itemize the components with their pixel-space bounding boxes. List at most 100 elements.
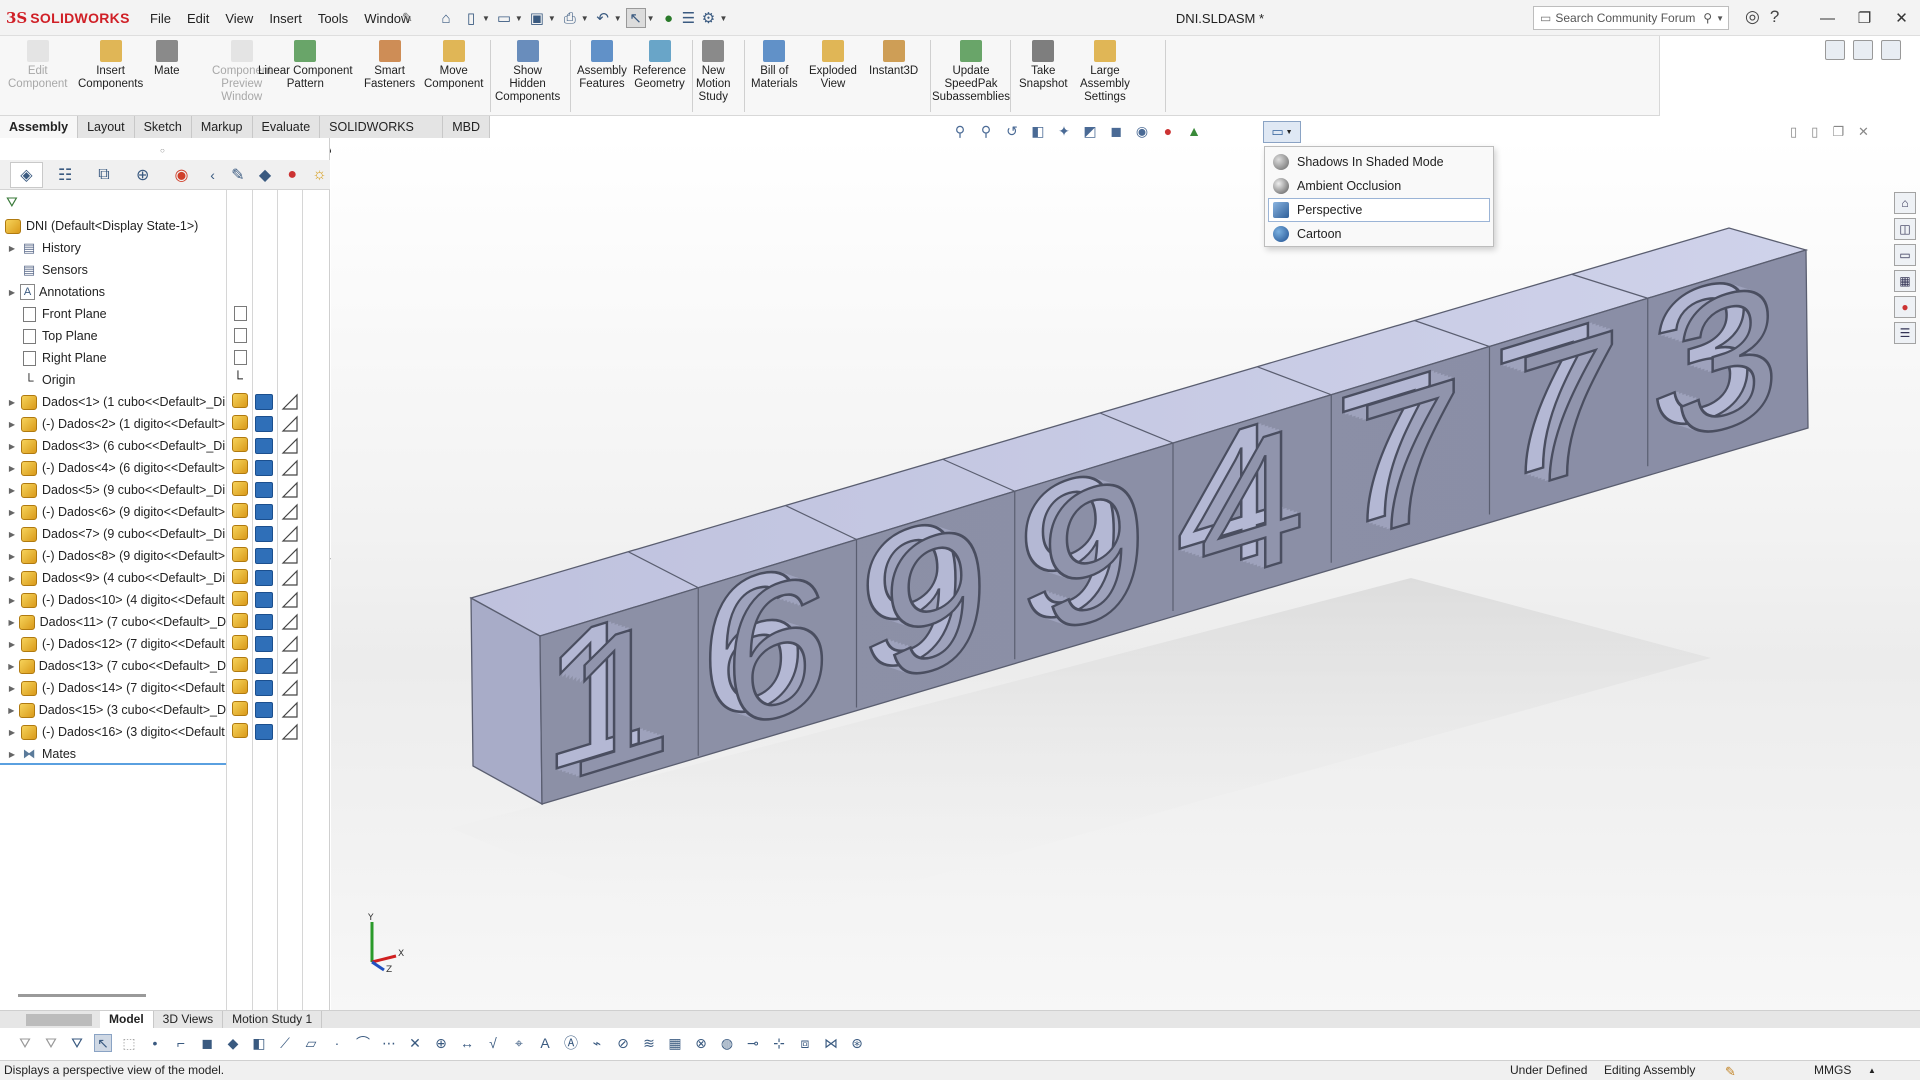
component-status-icon[interactable]: [232, 393, 252, 411]
open-folder-icon[interactable]: ▭: [494, 8, 514, 28]
menu-tools[interactable]: Tools: [310, 10, 356, 27]
scene-icon[interactable]: ☼: [309, 162, 330, 188]
graphics-area[interactable]: 1111111166666666999999999999999944444444…: [331, 138, 1920, 1010]
bottom-tab-motion-study-1[interactable]: Motion Study 1: [223, 1011, 323, 1028]
camera-icon[interactable]: [1825, 40, 1845, 60]
appearances-scenes-icon[interactable]: ●: [1894, 296, 1916, 318]
configuration-icon[interactable]: [255, 460, 273, 476]
tab-assembly[interactable]: Assembly: [0, 116, 79, 138]
file-explorer-icon[interactable]: ▭: [1894, 244, 1916, 266]
hide-show-items-icon[interactable]: ◉: [1132, 122, 1152, 140]
plane-visibility-icon[interactable]: [234, 350, 247, 365]
tree-item-origin[interactable]: └ Origin: [0, 369, 226, 391]
tree-item-part[interactable]: ▶ (-) Dados<12> (7 digito<<Default: [0, 633, 226, 655]
design-library-icon[interactable]: ◫: [1894, 218, 1916, 240]
plane-triangle-icon[interactable]: [281, 723, 299, 741]
filter-mesh-icon[interactable]: ⋈: [822, 1034, 840, 1052]
filter-surface-finish-icon[interactable]: √: [484, 1034, 502, 1052]
ribbon-assembly-features-button[interactable]: Assembly Features: [577, 40, 627, 91]
filter-midpoints-icon[interactable]: ⋯: [380, 1034, 398, 1052]
ribbon-instant3d-button[interactable]: Instant3D: [869, 40, 918, 78]
ribbon-smart-fasteners-button[interactable]: Smart Fasteners: [364, 40, 415, 91]
ribbon-new-motion-study-button[interactable]: New Motion Study: [696, 40, 731, 104]
ribbon-bill-of-materials-button[interactable]: Bill of Materials: [751, 40, 798, 91]
rebuild-icon[interactable]: ✎: [1725, 1062, 1736, 1080]
filter-sketch-points-icon[interactable]: ·: [328, 1034, 346, 1052]
close-icon[interactable]: ✕: [1883, 0, 1920, 36]
section-view-icon[interactable]: ◧: [1028, 122, 1048, 140]
tree-item-part[interactable]: ▶ (-) Dados<6> (9 digito<<Default>: [0, 501, 226, 523]
filter-geometric-tolerances-icon[interactable]: ⌖: [510, 1034, 528, 1052]
filter-datum-targets-icon[interactable]: ⊘: [614, 1034, 632, 1052]
tab-scroll-arrows[interactable]: [26, 1014, 92, 1026]
configuration-icon[interactable]: [255, 614, 273, 630]
component-status-icon[interactable]: [232, 569, 252, 587]
origin-visibility-icon[interactable]: └: [233, 370, 243, 386]
expand-arrow-icon[interactable]: ▶: [6, 398, 18, 407]
tree-item-plane[interactable]: Right Plane: [0, 347, 226, 369]
filter-weld-symbols-icon[interactable]: ⌁: [588, 1034, 606, 1052]
select-cursor-icon[interactable]: ↖: [625, 8, 646, 28]
menu-item-perspective[interactable]: Perspective: [1268, 198, 1490, 222]
configuration-icon[interactable]: [255, 548, 273, 564]
ribbon-edit-component-button[interactable]: Edit Component: [8, 40, 67, 91]
configuration-icon[interactable]: [255, 504, 273, 520]
plane-triangle-icon[interactable]: [281, 657, 299, 675]
digit-4[interactable]: 44444444: [1174, 369, 1306, 636]
tree-item-part[interactable]: ▶ Dados<11> (7 cubo<<Default>_D: [0, 611, 226, 633]
filter-routing-points-icon[interactable]: ⊸: [744, 1034, 762, 1052]
tree-item-folder[interactable]: ▶ ▤ History: [0, 237, 226, 259]
configuration-icon[interactable]: [255, 526, 273, 542]
apply-scene-icon[interactable]: ▲: [1184, 122, 1204, 140]
viewport-close-icon[interactable]: ✕: [1858, 124, 1869, 140]
ribbon-reference-geometry-button[interactable]: Reference Geometry: [633, 40, 686, 91]
render-icon[interactable]: [1853, 40, 1873, 60]
configuration-icon[interactable]: [255, 416, 273, 432]
filter-axes-icon[interactable]: ⟋: [276, 1034, 294, 1052]
expand-arrow-icon[interactable]: ▶: [6, 508, 18, 517]
ribbon-mate-button[interactable]: Mate: [154, 40, 180, 78]
ribbon-large-assembly-settings-button[interactable]: Large Assembly Settings: [1080, 40, 1130, 104]
plane-triangle-icon[interactable]: [281, 679, 299, 697]
dimxpert-manager-tab-icon[interactable]: ⊕: [126, 162, 159, 188]
tree-item-part[interactable]: ▶ Dados<7> (9 cubo<<Default>_Di: [0, 523, 226, 545]
edit-appearance-icon[interactable]: ●: [1158, 122, 1178, 140]
tab-solidworks-add-ins[interactable]: SOLIDWORKS Add-Ins: [320, 116, 444, 156]
configuration-icon[interactable]: [255, 680, 273, 696]
filter-vertices-icon[interactable]: •: [146, 1034, 164, 1052]
chevron-down-icon[interactable]: ▼: [614, 14, 622, 23]
expand-arrow-icon[interactable]: ▶: [6, 618, 17, 627]
component-status-icon[interactable]: [232, 657, 252, 675]
filter-connection-points-icon[interactable]: ◍: [718, 1034, 736, 1052]
tree-item-part[interactable]: ▶ Dados<5> (9 cubo<<Default>_Di: [0, 479, 226, 501]
selection-tool-icon[interactable]: ⬚: [120, 1034, 138, 1052]
menu-insert[interactable]: Insert: [261, 10, 310, 27]
tree-item-part[interactable]: ▶ Dados<13> (7 cubo<<Default>_D: [0, 655, 226, 677]
viewport-link-icon[interactable]: ▯: [1811, 124, 1818, 140]
plane-triangle-icon[interactable]: [281, 613, 299, 631]
ribbon-linear-component-pattern-button[interactable]: Linear Component Pattern: [258, 40, 353, 91]
panel-collapse-handle[interactable]: ○: [160, 146, 165, 155]
expand-arrow-icon[interactable]: ▶: [6, 244, 18, 253]
user-account-icon[interactable]: ◎: [1745, 7, 1760, 27]
ribbon-take-snapshot-button[interactable]: Take Snapshot: [1019, 40, 1068, 91]
undo-icon[interactable]: ↶: [593, 8, 613, 28]
display-style-icon[interactable]: ◼: [1106, 122, 1126, 140]
plane-triangle-icon[interactable]: [281, 459, 299, 477]
expand-arrow-icon[interactable]: ▶: [6, 442, 18, 451]
appearance-icon[interactable]: ●: [282, 162, 303, 188]
property-manager-tab-icon[interactable]: ☷: [49, 162, 82, 188]
component-status-icon[interactable]: [232, 635, 252, 653]
tools-icon[interactable]: ✎: [227, 162, 248, 188]
tab-evaluate[interactable]: Evaluate: [253, 116, 321, 138]
display-manager-tab-icon[interactable]: ◉: [165, 162, 198, 188]
plane-triangle-icon[interactable]: [281, 481, 299, 499]
view-settings-button[interactable]: ▭ ▼: [1263, 121, 1301, 143]
filter-surface-bodies-icon[interactable]: ◆: [224, 1034, 242, 1052]
help-icon[interactable]: ?: [1770, 7, 1779, 27]
tree-item-part[interactable]: ▶ Dados<1> (1 cubo<<Default>_Di: [0, 391, 226, 413]
feature-manager-tab-icon[interactable]: ◈: [10, 161, 43, 188]
cube-view-icon[interactable]: ◆: [254, 162, 275, 188]
ribbon-update-speedpak-subassemblies-button[interactable]: Update SpeedPak Subassemblies: [932, 40, 1010, 104]
expand-arrow-icon[interactable]: ▶: [6, 750, 18, 759]
